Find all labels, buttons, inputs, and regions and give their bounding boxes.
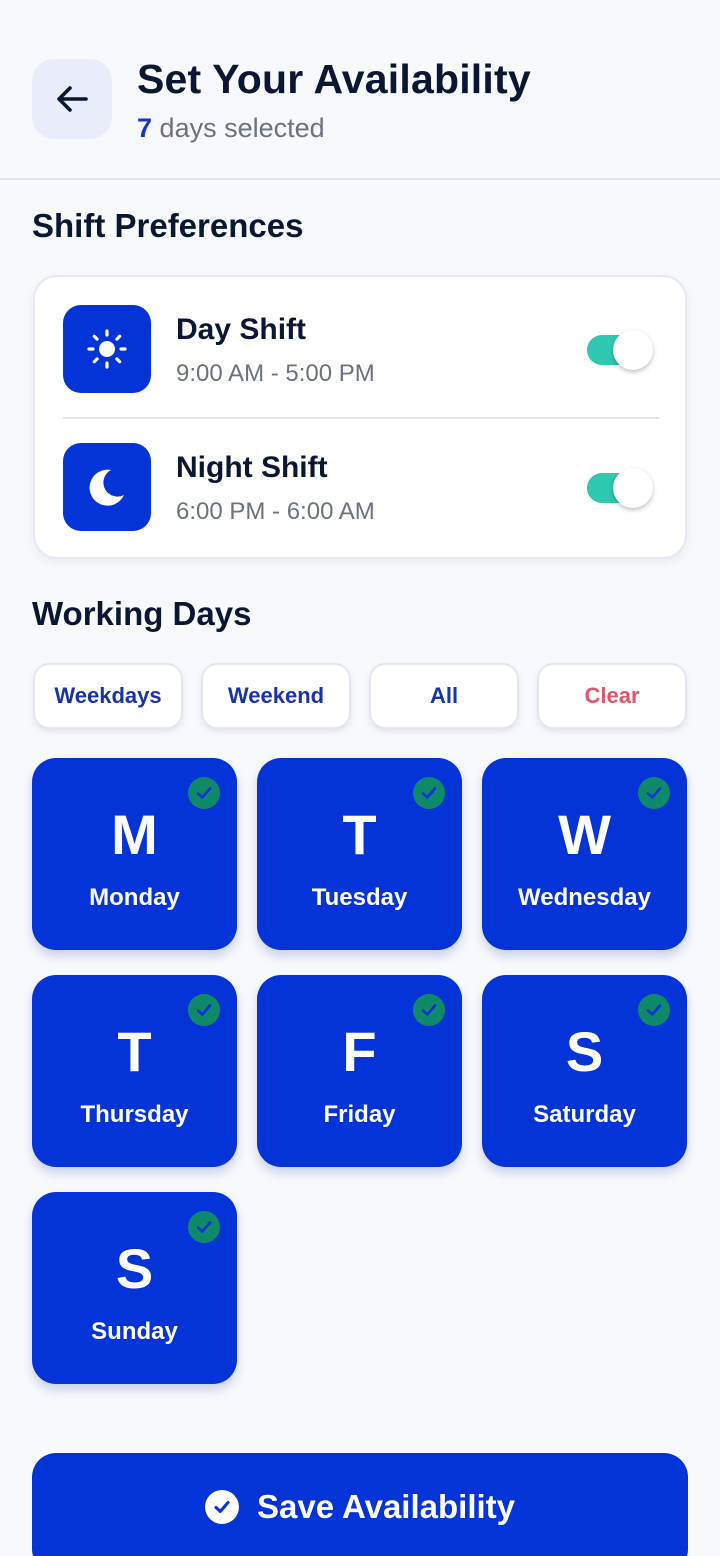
day-name: Tuesday (311, 884, 408, 911)
clear-button[interactable]: Clear (537, 663, 687, 729)
day-tile-thursday[interactable]: T Thursday (32, 975, 237, 1167)
check-circle-icon (204, 1490, 239, 1524)
shift-name: Day Shift (176, 313, 307, 346)
weekdays-button[interactable]: Weekdays (33, 663, 183, 729)
day-tile-saturday[interactable]: S Saturday (482, 975, 687, 1167)
header: Set Your Availability 7 days selected (0, 0, 720, 180)
toggle-knob (613, 330, 653, 370)
save-button-label: Save Availability (256, 1488, 516, 1525)
sun-icon (63, 305, 151, 393)
day-tile-monday[interactable]: M Monday (32, 758, 237, 950)
weekend-button[interactable]: Weekend (201, 663, 351, 729)
shift-preferences-card: Day Shift 9:00 AM - 5:00 PM Night Shift … (33, 275, 687, 559)
day-name: Sunday (91, 1318, 178, 1345)
shift-time: 6:00 PM - 6:00 AM (176, 498, 375, 525)
day-tile-wednesday[interactable]: W Wednesday (482, 758, 687, 950)
moon-icon (63, 443, 151, 531)
day-shift-toggle[interactable] (587, 330, 653, 370)
day-tile-tuesday[interactable]: T Tuesday (257, 758, 462, 950)
shift-row-day: Day Shift 9:00 AM - 5:00 PM (35, 277, 685, 415)
toggle-knob (613, 468, 653, 508)
day-letter: F (342, 1020, 377, 1083)
page-title: Set Your Availability (137, 56, 531, 102)
back-button[interactable] (32, 59, 112, 139)
shift-name: Night Shift (176, 451, 328, 484)
day-name: Friday (323, 1101, 396, 1128)
save-availability-button[interactable]: Save Availability (32, 1453, 688, 1556)
arrow-left-icon (57, 86, 88, 112)
all-button[interactable]: All (369, 663, 519, 729)
selected-suffix: days selected (159, 113, 325, 143)
day-letter: S (115, 1237, 154, 1300)
day-name: Thursday (80, 1101, 189, 1128)
selected-count: 7 (137, 113, 153, 143)
shift-row-night: Night Shift 6:00 PM - 6:00 AM (35, 415, 685, 553)
day-name: Saturday (533, 1101, 636, 1128)
days-selected-summary: 7 days selected (137, 113, 325, 144)
day-letter: T (342, 803, 377, 866)
day-name: Monday (89, 884, 180, 911)
shift-preferences-title: Shift Preferences (32, 207, 304, 244)
day-tile-friday[interactable]: F Friday (257, 975, 462, 1167)
shift-time: 9:00 AM - 5:00 PM (176, 360, 375, 387)
night-shift-toggle[interactable] (587, 468, 653, 508)
day-letter: S (565, 1020, 604, 1083)
day-letter: W (558, 803, 611, 866)
day-letter: M (111, 803, 158, 866)
working-days-title: Working Days (32, 595, 252, 632)
day-name: Wednesday (518, 884, 651, 911)
day-tile-sunday[interactable]: S Sunday (32, 1192, 237, 1384)
day-letter: T (117, 1020, 152, 1083)
